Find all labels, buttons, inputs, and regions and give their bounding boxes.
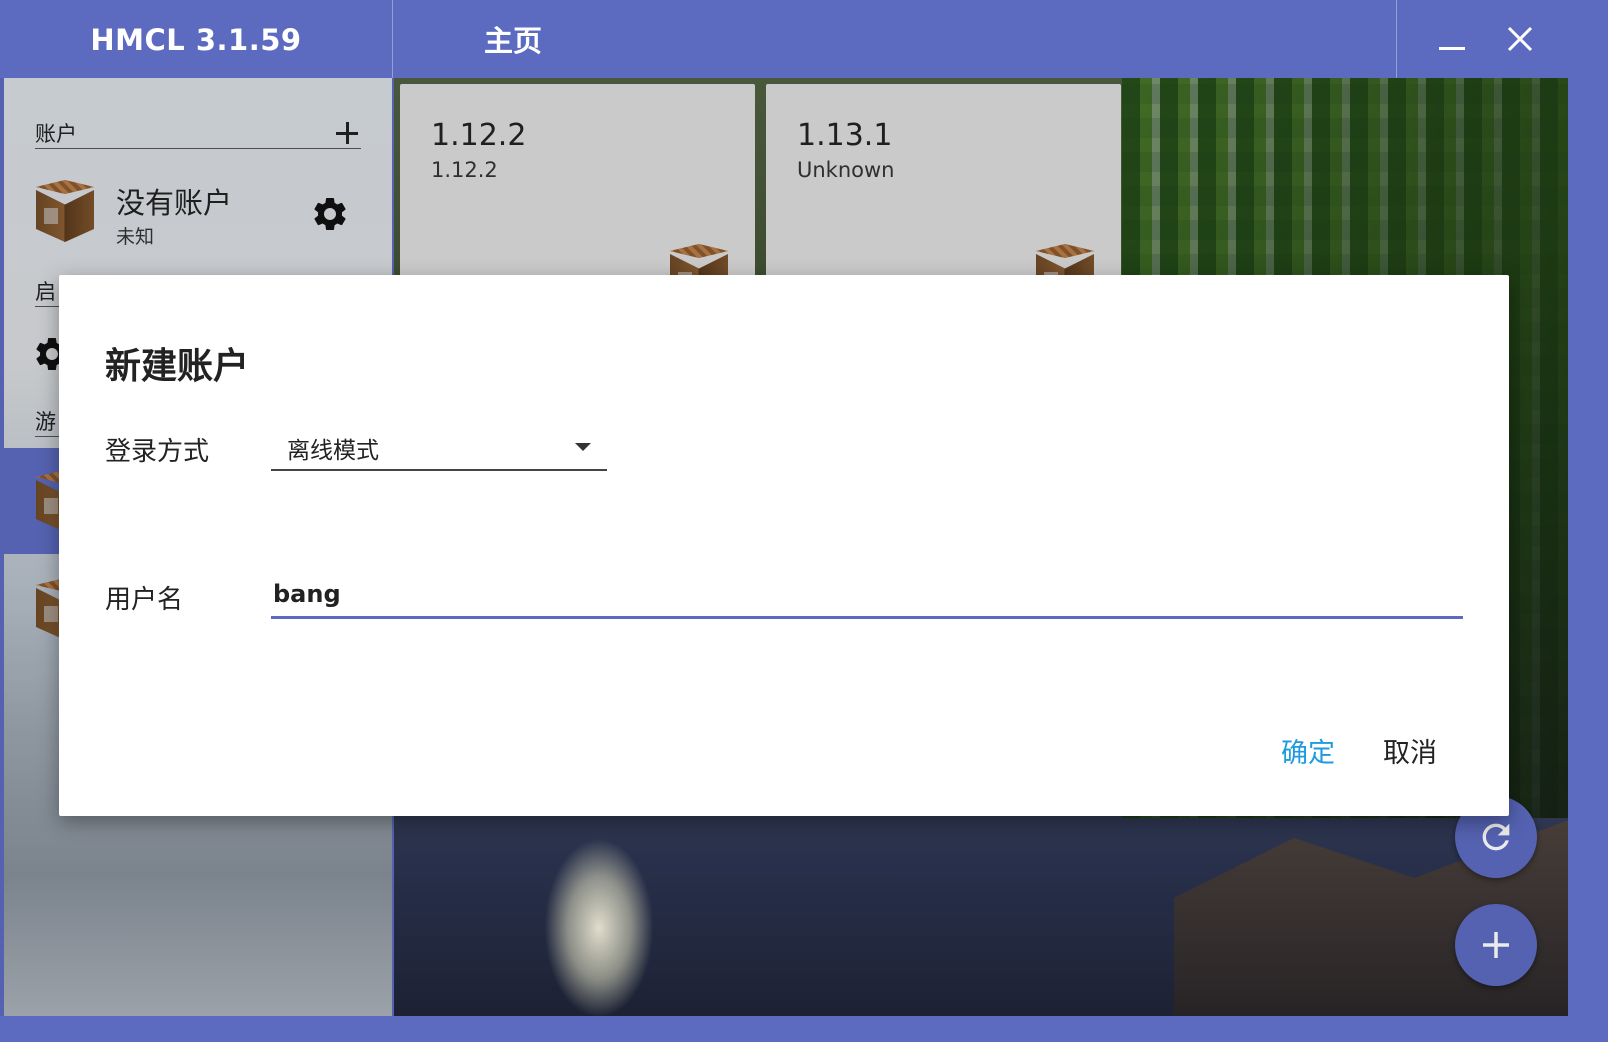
- minimize-button[interactable]: [1418, 0, 1486, 78]
- launcher-window: HMCL 3.1.59 主页 账户 没有账户 未知 启 游 1.12.2 1.1…: [0, 0, 1568, 1016]
- dialog-title: 新建账户: [105, 346, 250, 387]
- app-title: HMCL 3.1.59: [90, 23, 302, 57]
- login-method-value: 离线模式: [287, 438, 379, 464]
- login-method-select[interactable]: 离线模式: [271, 423, 607, 471]
- chevron-down-icon: [575, 443, 591, 451]
- login-method-label: 登录方式: [105, 437, 210, 467]
- cancel-button[interactable]: 取消: [1383, 731, 1437, 770]
- close-icon: [1507, 26, 1533, 52]
- minimize-icon: [1439, 47, 1465, 50]
- title-bar: HMCL 3.1.59 主页: [0, 0, 1568, 78]
- username-label: 用户名: [105, 585, 184, 615]
- close-button[interactable]: [1486, 0, 1554, 78]
- new-account-dialog: 新建账户 登录方式 离线模式 用户名 确定 取消: [59, 275, 1509, 816]
- username-input[interactable]: [271, 571, 1463, 619]
- page-title: 主页: [484, 24, 543, 58]
- title-divider: [1396, 0, 1397, 78]
- ok-button[interactable]: 确定: [1281, 731, 1335, 770]
- title-divider: [392, 0, 393, 78]
